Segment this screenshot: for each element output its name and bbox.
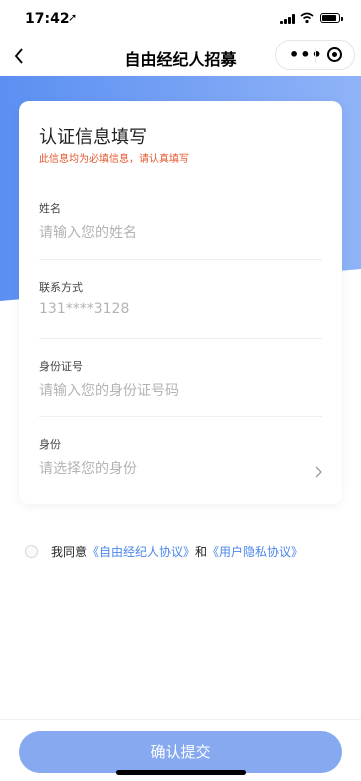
identity-select[interactable]: 身份 请选择您的身份 bbox=[39, 436, 322, 478]
signal-icon bbox=[280, 14, 296, 24]
name-field[interactable]: 姓名 请输入您的姓名 bbox=[39, 200, 322, 260]
agreement-and: 和 bbox=[195, 545, 208, 559]
target-icon[interactable] bbox=[327, 47, 342, 62]
id-number-label: 身份证号 bbox=[39, 360, 83, 373]
agreement-checkbox[interactable] bbox=[25, 545, 38, 558]
identity-label: 身份 bbox=[39, 438, 61, 451]
id-number-field[interactable]: 身份证号 请输入您的身份证号码 bbox=[39, 358, 322, 417]
name-input[interactable]: 请输入您的姓名 bbox=[39, 222, 322, 242]
divider bbox=[39, 259, 322, 260]
broker-agreement-link[interactable]: 《自由经纪人协议》 bbox=[87, 545, 195, 559]
divider bbox=[39, 416, 322, 417]
nav-bar: 自由经纪人招募 ••• bbox=[0, 36, 361, 76]
chevron-right-icon bbox=[315, 466, 322, 478]
divider bbox=[39, 338, 322, 339]
privacy-agreement-link[interactable]: 《用户隐私协议》 bbox=[207, 545, 303, 559]
agreement-row: 我同意《自由经纪人协议》和《用户隐私协议》 bbox=[25, 543, 303, 560]
home-indicator bbox=[116, 770, 246, 775]
phone-field[interactable]: 联系方式 131****3128 bbox=[39, 279, 322, 339]
id-number-input[interactable]: 请输入您的身份证号码 bbox=[39, 380, 322, 400]
battery-icon bbox=[320, 13, 343, 23]
submit-button[interactable]: 确认提交 bbox=[19, 731, 342, 773]
name-label: 姓名 bbox=[39, 202, 61, 215]
mini-program-capsule: ••• bbox=[275, 40, 355, 70]
location-arrow-icon: ➚ bbox=[68, 11, 78, 24]
phone-input[interactable]: 131****3128 bbox=[39, 301, 322, 317]
form-title: 认证信息填写 bbox=[39, 127, 147, 148]
form-subtitle: 此信息均为必填信息，请认真填写 bbox=[39, 154, 189, 165]
agreement-prefix: 我同意 bbox=[51, 545, 88, 559]
status-time: 17:42 bbox=[25, 11, 70, 27]
footer-divider bbox=[0, 719, 361, 720]
status-bar: 17:42 ➚ bbox=[0, 0, 361, 36]
more-dots-icon[interactable]: ••• bbox=[289, 47, 323, 63]
identity-value[interactable]: 请选择您的身份 bbox=[39, 458, 322, 478]
form-card: 认证信息填写 此信息均为必填信息，请认真填写 姓名 请输入您的姓名 联系方式 1… bbox=[19, 101, 342, 504]
wifi-icon bbox=[300, 12, 314, 24]
phone-label: 联系方式 bbox=[39, 281, 83, 294]
